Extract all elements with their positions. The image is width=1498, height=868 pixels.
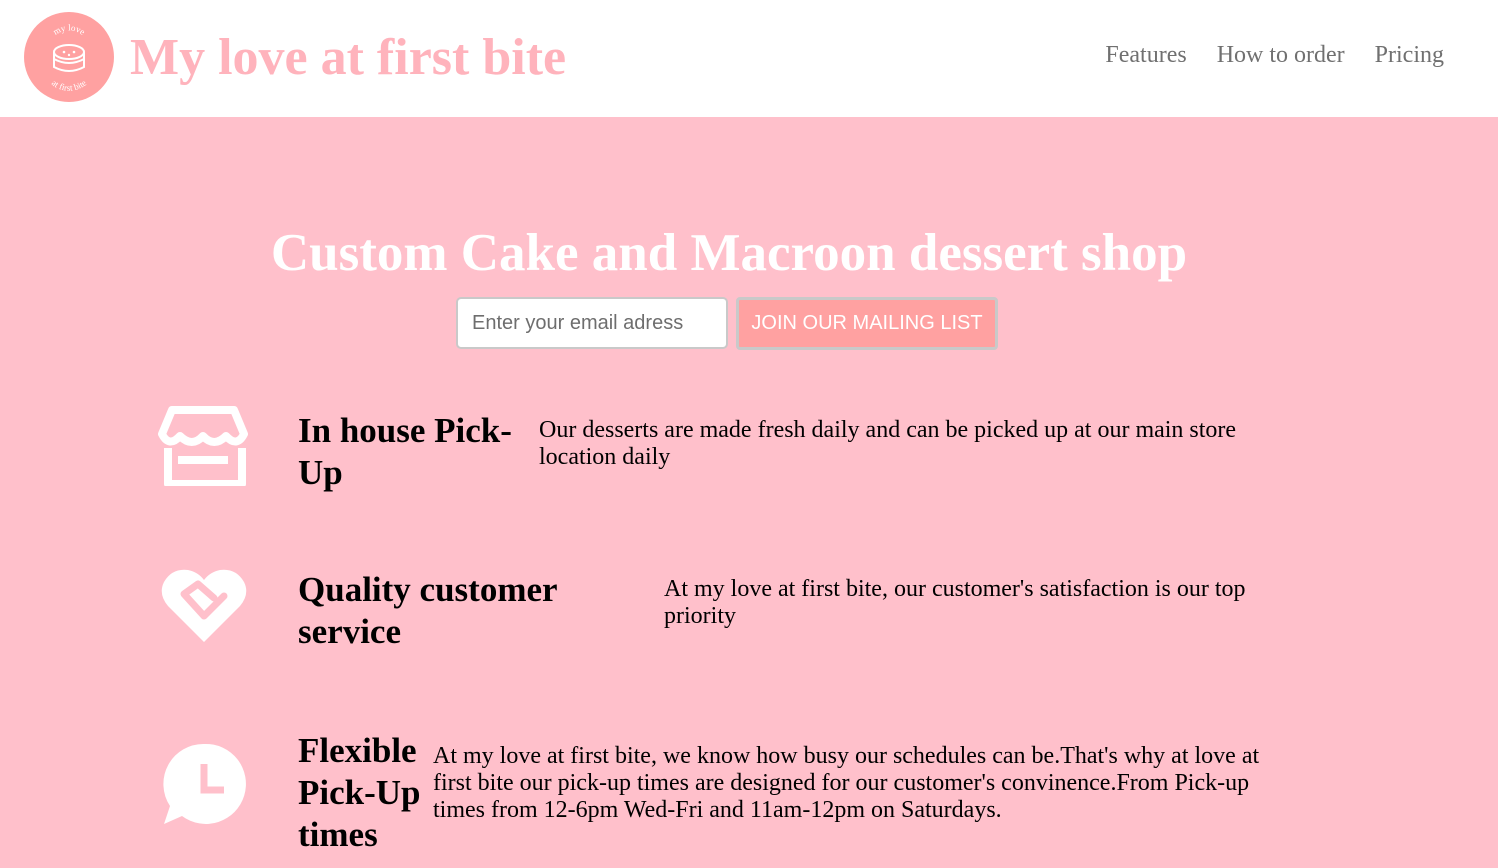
nav-link-how-to-order[interactable]: How to order [1217, 42, 1345, 69]
svg-text:at first bite: at first bite [50, 78, 88, 93]
feature-description: At my love at first bite, our customer's… [664, 576, 1246, 629]
hero-heading: Custom Cake and Macroon dessert shop [270, 224, 1188, 282]
heart-handshake-icon [158, 564, 250, 649]
nav-link-pricing[interactable]: Pricing [1375, 42, 1444, 69]
feature-title: Flexible Pick-Up times [298, 731, 421, 854]
nav-link-features[interactable]: Features [1105, 42, 1186, 69]
site-header: my love at first bite My love at first b… [0, 0, 1498, 117]
feature-description: At my love at first bite, we know how bu… [433, 743, 1260, 823]
feature-title: In house Pick-Up [298, 411, 512, 492]
clock-chat-icon [158, 740, 250, 831]
cake-logo-icon[interactable]: my love at first bite [24, 12, 114, 102]
feature-title: Quality customer service [298, 570, 557, 651]
logo-graphic: my love at first bite [50, 23, 88, 93]
join-mailing-list-button[interactable]: JOIN OUR MAILING LIST [736, 297, 998, 350]
logo-text-bottom: at first bite [50, 78, 88, 93]
storefront-icon [158, 404, 248, 491]
mailing-list-form: JOIN OUR MAILING LIST [456, 297, 998, 350]
logo-text-top: my love [51, 23, 87, 37]
main-nav: Features How to order Pricing [1105, 42, 1444, 69]
site-title: My love at first bite [130, 29, 567, 86]
svg-text:my love: my love [51, 23, 87, 37]
email-input[interactable] [456, 297, 728, 349]
feature-description: Our desserts are made fresh daily and ca… [539, 417, 1237, 470]
